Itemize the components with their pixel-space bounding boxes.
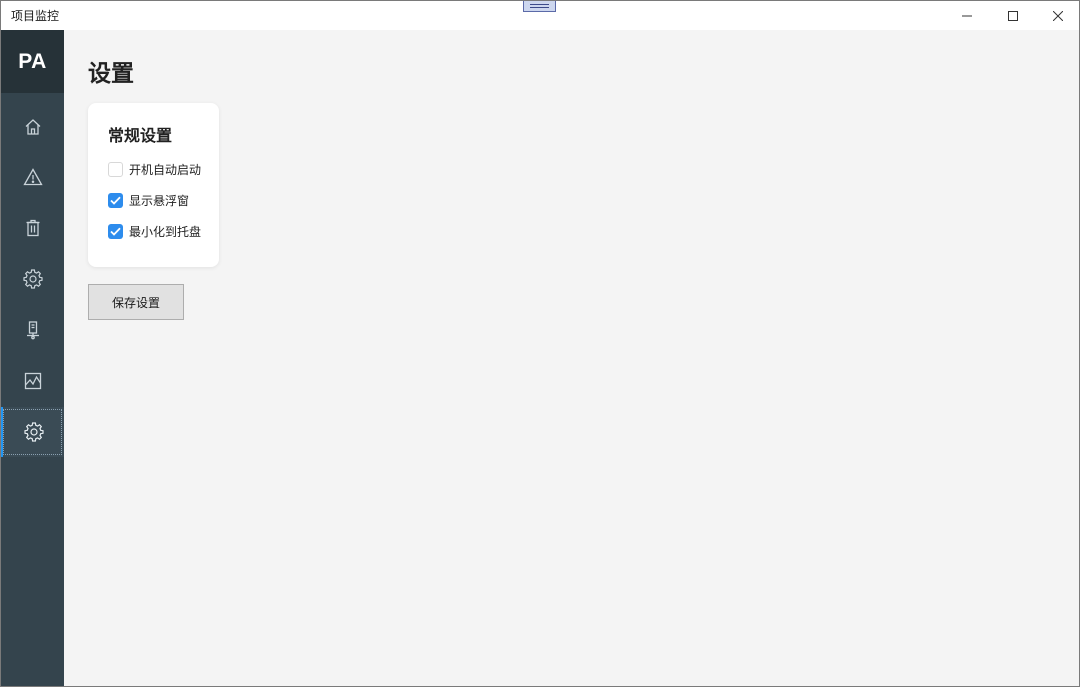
checkmark-icon	[110, 196, 121, 205]
device-icon	[26, 321, 39, 340]
maximize-button[interactable]	[990, 1, 1036, 30]
sidebar: PA	[1, 30, 64, 686]
save-settings-button[interactable]: 保存设置	[88, 284, 184, 320]
show-floating-window-checkbox[interactable]	[108, 193, 123, 208]
gear-icon	[22, 269, 43, 289]
app-logo: PA	[1, 30, 64, 93]
option-auto-start[interactable]: 开机自动启动	[108, 161, 201, 178]
sidebar-item-settings-alt[interactable]	[1, 254, 64, 304]
sidebar-item-home[interactable]	[1, 102, 64, 152]
chart-icon	[24, 372, 41, 390]
app-window: 项目监控 PA 设置 常规设置 开机自动启动 显示悬浮窗 最小化到托盘 保存设置	[0, 0, 1080, 687]
option-label: 显示悬浮窗	[129, 194, 190, 208]
minimize-icon	[962, 15, 972, 16]
main-content: 设置 常规设置 开机自动启动 显示悬浮窗 最小化到托盘 保存设置	[64, 30, 1079, 686]
option-label: 最小化到托盘	[129, 225, 202, 239]
sidebar-item-alerts[interactable]	[1, 152, 64, 202]
sidebar-item-monitor[interactable]	[1, 356, 64, 406]
warning-icon	[22, 168, 43, 186]
option-minimize-to-tray[interactable]: 最小化到托盘	[108, 223, 201, 240]
card-title: 常规设置	[108, 126, 173, 145]
trash-icon	[26, 219, 39, 237]
close-button[interactable]	[1035, 1, 1079, 30]
drag-handle[interactable]	[523, 1, 556, 12]
sidebar-item-device[interactable]	[1, 305, 64, 355]
home-icon	[25, 119, 40, 135]
auto-start-checkbox[interactable]	[108, 162, 123, 177]
minimize-to-tray-checkbox[interactable]	[108, 224, 123, 239]
sidebar-item-trash[interactable]	[1, 203, 64, 253]
sidebar-item-settings[interactable]	[1, 407, 64, 457]
minimize-button[interactable]	[944, 1, 990, 30]
page-title: 设置	[88, 61, 134, 87]
gear-icon	[23, 422, 44, 442]
window-title: 项目监控	[11, 9, 60, 23]
option-label: 开机自动启动	[129, 163, 202, 177]
option-show-floating-window[interactable]: 显示悬浮窗	[108, 192, 189, 209]
checkmark-icon	[110, 227, 121, 236]
close-icon	[1053, 10, 1063, 21]
title-bar[interactable]: 项目监控	[1, 1, 1079, 30]
maximize-icon	[1008, 10, 1018, 21]
general-settings-card: 常规设置 开机自动启动 显示悬浮窗 最小化到托盘	[88, 103, 219, 267]
